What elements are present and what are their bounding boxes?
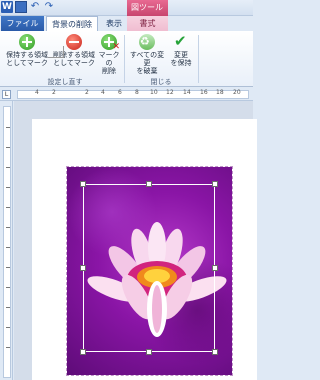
ruler-tick	[6, 247, 10, 248]
mark-keep-label: 保持する領域 としてマーク	[6, 51, 48, 67]
ruler-number: 8	[135, 89, 139, 96]
resize-handle-bottom-right[interactable]	[212, 349, 218, 355]
resize-handle-top[interactable]	[146, 181, 152, 187]
resize-handle-bottom[interactable]	[146, 349, 152, 355]
group-separator	[198, 35, 199, 83]
ruler-number: 18	[216, 89, 224, 96]
delete-mark-icon: ✕	[101, 34, 120, 52]
horizontal-ruler[interactable]: L 4 2 2 4 6 8 10 12 14 16 18 20	[0, 88, 253, 101]
ruler-number: 4	[35, 89, 39, 96]
word-app-icon[interactable]: W	[1, 1, 13, 13]
resize-handle-right[interactable]	[212, 265, 218, 271]
quick-access-toolbar: W ↶ ↷	[1, 1, 55, 15]
save-icon[interactable]	[15, 1, 27, 13]
mark-remove-icon	[66, 34, 82, 50]
discard-changes-icon	[139, 34, 155, 50]
ruler-number: 2	[52, 89, 56, 96]
group-label-reset: 設定し直す	[47, 78, 83, 86]
vertical-ruler[interactable]	[0, 101, 13, 380]
discard-all-changes-button[interactable]: すべての変更 を破棄	[127, 34, 167, 76]
resize-handle-left[interactable]	[80, 265, 86, 271]
ruler-tick	[6, 167, 10, 168]
undo-icon[interactable]: ↶	[29, 1, 41, 13]
ruler-tick	[6, 287, 10, 288]
ruler-number: 12	[166, 89, 174, 96]
ruler-number: 16	[200, 89, 208, 96]
ruler-number: 6	[118, 89, 122, 96]
delete-mark-label: マークの 削除	[98, 51, 120, 75]
ruler-tick	[6, 127, 10, 128]
keep-changes-icon	[173, 32, 189, 50]
redo-icon[interactable]: ↷	[43, 1, 55, 13]
ribbon: 保持する領域 としてマーク 削除する領域 としてマーク ✕ マークの 削除 設定…	[0, 31, 253, 87]
resize-handle-top-left[interactable]	[80, 181, 86, 187]
ruler-track	[3, 106, 11, 378]
ruler-number: 20	[233, 89, 241, 96]
keep-region-marquee[interactable]	[83, 184, 215, 352]
ruler-tick	[6, 327, 10, 328]
ruler-number: 10	[150, 89, 158, 96]
tab-remove-background[interactable]: 背景の削除	[46, 16, 98, 32]
tab-format[interactable]: 書式	[127, 16, 168, 31]
ruler-number: 2	[85, 89, 89, 96]
tab-file[interactable]: ファイル	[1, 16, 44, 31]
group-label-close: 閉じる	[150, 78, 172, 86]
page-margin-marker	[48, 46, 64, 58]
tab-view[interactable]: 表示	[100, 16, 128, 31]
tab-selector[interactable]: L	[2, 90, 11, 99]
ruler-number: 4	[101, 89, 105, 96]
mark-keep-icon	[19, 34, 35, 50]
ruler-tick	[6, 347, 10, 348]
mark-areas-to-keep-button[interactable]: 保持する領域 としてマーク	[3, 34, 51, 76]
ruler-tick	[6, 147, 10, 148]
resize-handle-bottom-left[interactable]	[80, 349, 86, 355]
group-separator	[124, 35, 125, 83]
ruler-tick	[6, 307, 10, 308]
ruler-tick	[6, 187, 10, 188]
keep-changes-button[interactable]: 変更 を保持	[167, 32, 195, 76]
discard-changes-label: すべての変更 を破棄	[129, 51, 165, 75]
ribbon-tab-row: ファイル 背景の削除 表示 書式	[0, 16, 253, 32]
picture-tools-context-label: 図ツール	[127, 0, 168, 16]
ruler-tick	[6, 207, 10, 208]
ruler-tick	[6, 227, 10, 228]
resize-handle-top-right[interactable]	[212, 181, 218, 187]
ruler-number: 14	[183, 89, 191, 96]
ruler-tick	[6, 267, 10, 268]
title-bar: W ↶ ↷ 図ツール	[0, 0, 253, 16]
delete-mark-button[interactable]: ✕ マークの 削除	[96, 34, 122, 76]
keep-changes-label: 変更 を保持	[170, 51, 192, 67]
